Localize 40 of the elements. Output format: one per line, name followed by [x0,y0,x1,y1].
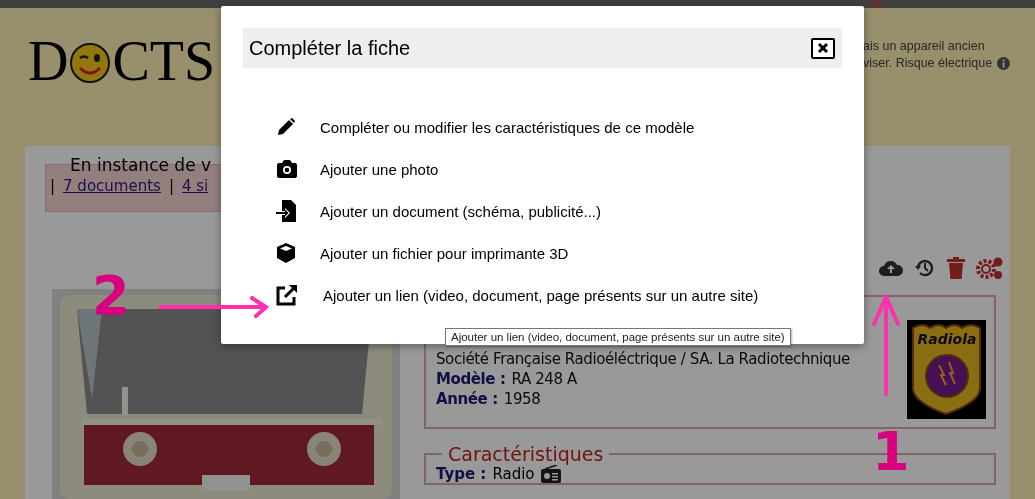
separator-text: | [50,177,56,195]
radio-icon [540,465,561,483]
menu-item[interactable]: Ajouter un document (schéma, publicité...) [320,202,601,220]
maker-text: Société Française Radioéléctrique / SA. La Radiotechnique [436,349,851,369]
warning-text: viser. Risque électrique [863,56,993,70]
menu-item[interactable]: Ajouter une photo [320,160,439,178]
field-value: RA 248 A [511,369,577,389]
field-label: Type : [436,465,487,483]
separator-text: | [168,177,174,195]
documents-link[interactable]: 4 si [181,177,209,195]
cube-icon [276,243,296,263]
external-link-icon [276,284,298,306]
smiley-icon [70,42,111,84]
info-icon[interactable] [997,56,1011,70]
menu-item[interactable]: Ajouter un fichier pour imprimante 3D [320,244,569,262]
field-label: Année : [436,389,498,409]
tooltip: Ajouter un lien (video, document, page présents sur un autre site) [445,328,791,346]
close-icon [817,42,829,54]
field-value: 1958 [503,389,541,409]
brand-logo: Radiola [907,320,986,419]
field-label: Modèle : [436,369,506,389]
logo-text: D [28,29,69,94]
logo-text: CTS [112,29,216,94]
close-button[interactable] [811,37,835,59]
trash-icon[interactable] [946,257,966,279]
pencil-icon [276,117,296,137]
menu-item[interactable]: Compléter ou modifier les caractéristiques de ce modèle [320,118,695,136]
annotation-number: 2 [92,268,130,324]
cloud-upload-icon[interactable] [878,258,904,278]
annotation-number: 1 [872,424,910,480]
warning-text: ais un appareil ancien [863,39,986,53]
section-title: Caractéristiques [447,443,605,465]
camera-icon [276,160,298,178]
history-icon[interactable] [914,257,936,279]
field-value: Radio [492,465,535,483]
modal-title: Compléter la fiche [249,36,411,60]
menu-item[interactable]: Ajouter un lien (video, document, page présents sur un autre site) [323,286,759,304]
file-import-icon [276,200,296,222]
documents-link[interactable]: 7 documents [63,177,161,195]
notice-title: En instance de v [70,155,212,175]
